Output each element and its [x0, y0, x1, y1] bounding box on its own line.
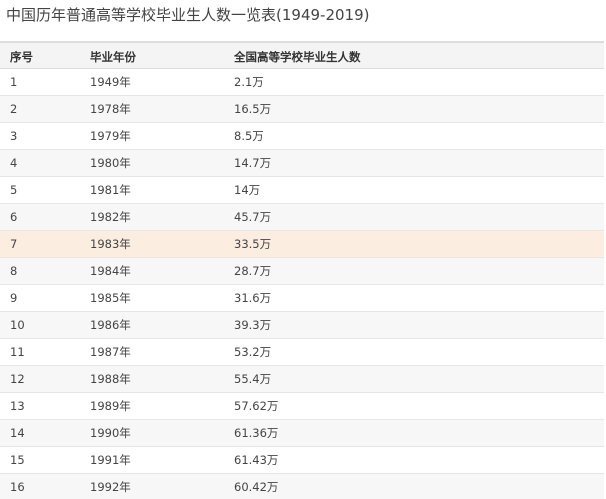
table-row: 16 1992年 60.42万 — [0, 474, 604, 499]
table-row: 15 1991年 61.43万 — [0, 447, 604, 474]
cell-index: 7 — [10, 237, 18, 251]
cell-year: 1981年 — [90, 183, 131, 197]
table-row: 11 1987年 53.2万 — [0, 339, 604, 366]
cell-year: 1988年 — [90, 372, 131, 386]
cell-graduates: 60.42万 — [234, 480, 279, 494]
table-row: 5 1981年 14万 — [0, 177, 604, 204]
cell-index: 15 — [10, 453, 25, 467]
cell-year: 1985年 — [90, 291, 131, 305]
graduates-table: 序号 毕业年份 全国高等学校毕业生人数 1 1949年 2.1万 2 1978年 16.5… — [0, 41, 604, 499]
table-header-row: 序号 毕业年份 全国高等学校毕业生人数 — [0, 41, 604, 69]
cell-graduates: 61.43万 — [234, 453, 279, 467]
table-row: 3 1979年 8.5万 — [0, 123, 604, 150]
column-header-graduates: 全国高等学校毕业生人数 — [234, 50, 361, 64]
cell-index: 14 — [10, 426, 25, 440]
table-row: 13 1989年 57.62万 — [0, 393, 604, 420]
cell-index: 13 — [10, 399, 25, 413]
cell-graduates: 39.3万 — [234, 318, 272, 332]
cell-year: 1978年 — [90, 102, 131, 116]
table-body: 1 1949年 2.1万 2 1978年 16.5万 3 1979年 8.5万 4 1980年 14.… — [0, 69, 604, 499]
cell-graduates: 45.7万 — [234, 210, 272, 224]
cell-index: 10 — [10, 318, 25, 332]
cell-graduates: 53.2万 — [234, 345, 272, 359]
column-header-year: 毕业年份 — [90, 50, 136, 64]
table-row: 14 1990年 61.36万 — [0, 420, 604, 447]
cell-graduates: 14万 — [234, 183, 261, 197]
cell-graduates: 8.5万 — [234, 129, 264, 143]
table-row: 1 1949年 2.1万 — [0, 69, 604, 96]
cell-graduates: 31.6万 — [234, 291, 272, 305]
table-row: 6 1982年 45.7万 — [0, 204, 604, 231]
cell-index: 5 — [10, 183, 18, 197]
cell-year: 1979年 — [90, 129, 131, 143]
cell-graduates: 2.1万 — [234, 75, 264, 89]
cell-year: 1989年 — [90, 399, 131, 413]
cell-year: 1982年 — [90, 210, 131, 224]
cell-index: 3 — [10, 129, 18, 143]
cell-graduates: 14.7万 — [234, 156, 272, 170]
cell-year: 1991年 — [90, 453, 131, 467]
cell-index: 1 — [10, 75, 18, 89]
cell-graduates: 28.7万 — [234, 264, 272, 278]
cell-year: 1949年 — [90, 75, 131, 89]
cell-index: 6 — [10, 210, 18, 224]
cell-index: 11 — [10, 345, 25, 359]
cell-year: 1987年 — [90, 345, 131, 359]
cell-index: 9 — [10, 291, 18, 305]
table-row: 4 1980年 14.7万 — [0, 150, 604, 177]
cell-graduates: 16.5万 — [234, 102, 272, 116]
cell-index: 12 — [10, 372, 25, 386]
cell-index: 16 — [10, 480, 25, 494]
table-row: 2 1978年 16.5万 — [0, 96, 604, 123]
cell-graduates: 55.4万 — [234, 372, 272, 386]
table-row: 8 1984年 28.7万 — [0, 258, 604, 285]
column-header-index: 序号 — [10, 50, 33, 64]
table-row: 9 1985年 31.6万 — [0, 285, 604, 312]
cell-year: 1983年 — [90, 237, 131, 251]
cell-year: 1992年 — [90, 480, 131, 494]
cell-index: 8 — [10, 264, 18, 278]
cell-year: 1990年 — [90, 426, 131, 440]
cell-year: 1980年 — [90, 156, 131, 170]
table-row: 7 1983年 33.5万 — [0, 231, 604, 258]
cell-year: 1986年 — [90, 318, 131, 332]
table-row: 12 1988年 55.4万 — [0, 366, 604, 393]
cell-index: 4 — [10, 156, 18, 170]
cell-year: 1984年 — [90, 264, 131, 278]
table-row: 10 1986年 39.3万 — [0, 312, 604, 339]
cell-graduates: 33.5万 — [234, 237, 272, 251]
cell-index: 2 — [10, 102, 18, 116]
cell-graduates: 57.62万 — [234, 399, 279, 413]
cell-graduates: 61.36万 — [234, 426, 279, 440]
page-title: 中国历年普通高等学校毕业生人数一览表(1949-2019) — [6, 6, 370, 24]
